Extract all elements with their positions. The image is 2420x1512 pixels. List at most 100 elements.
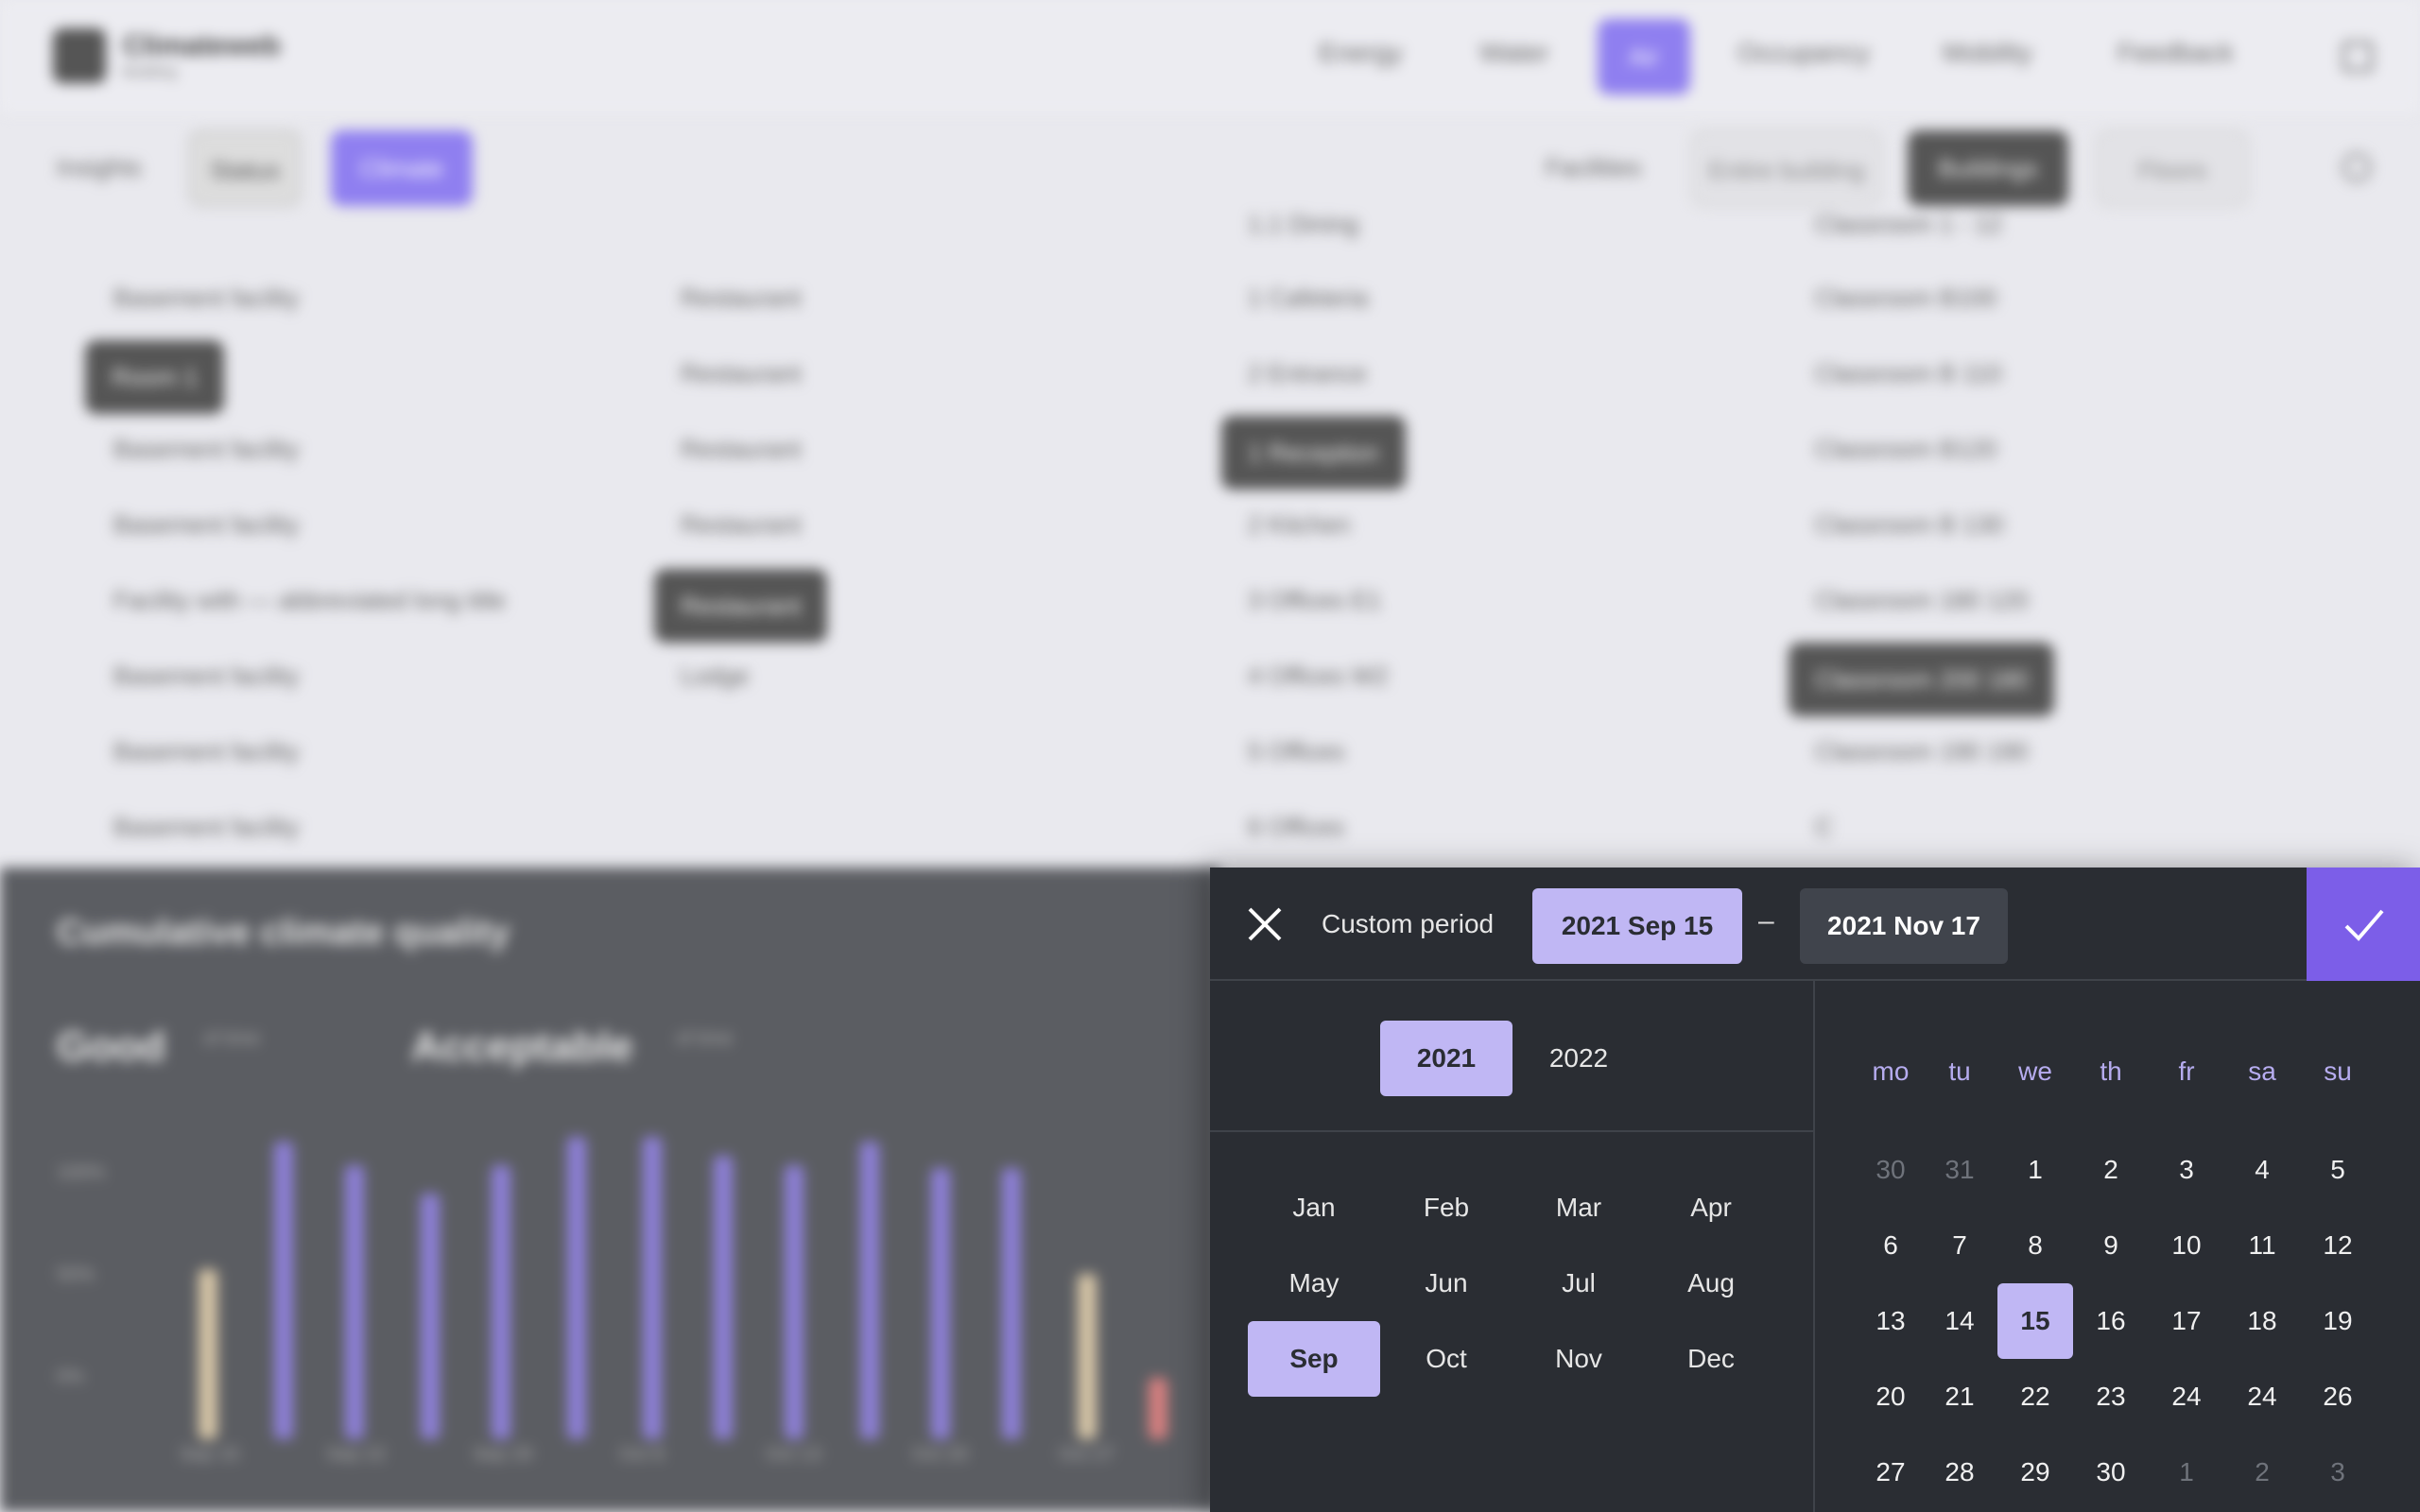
day-cell[interactable]: 12 [2300, 1208, 2376, 1283]
day-cell[interactable]: 11 [2224, 1208, 2300, 1283]
list-item[interactable]: 5 Offices [1248, 737, 1344, 766]
day-cell[interactable]: 28 [1922, 1435, 1997, 1510]
list-item-selected[interactable]: Classroom 200 180 [1789, 643, 2055, 716]
month-nov[interactable]: Nov [1512, 1321, 1645, 1397]
list-item[interactable]: Classroom 190 190 [1815, 737, 2028, 766]
day-cell[interactable]: 4 [2224, 1132, 2300, 1208]
list-item-selected[interactable]: Restaurant [654, 569, 828, 643]
list-item[interactable]: Classroom 1 - 12 [1815, 210, 2002, 239]
day-cell[interactable]: 21 [1922, 1359, 1997, 1435]
list-item[interactable]: 2 Kitchen [1248, 510, 1350, 540]
day-cell[interactable]: 20 [1853, 1359, 1928, 1435]
day-cell[interactable]: 7 [1922, 1208, 1997, 1283]
filter-chip-climate[interactable]: Climate [331, 130, 473, 206]
day-cell[interactable]: 29 [1997, 1435, 2073, 1510]
nav-mobility[interactable]: Mobility [1943, 38, 2032, 68]
month-may[interactable]: May [1248, 1246, 1380, 1321]
nav-air[interactable]: Air [1598, 19, 1690, 94]
facility-chip-floors[interactable]: Floors [2097, 130, 2248, 206]
month-jan[interactable]: Jan [1248, 1170, 1380, 1246]
year-option-2022[interactable]: 2022 [1512, 1021, 1645, 1096]
day-cell[interactable]: 18 [2224, 1283, 2300, 1359]
close-button[interactable] [1244, 903, 1286, 945]
day-cell[interactable]: 3 [2300, 1435, 2376, 1510]
nav-feedback[interactable]: Feedback [2118, 38, 2234, 68]
list-item[interactable]: Basement facility [113, 813, 300, 842]
day-cell[interactable]: 1 [2149, 1435, 2224, 1510]
list-item[interactable]: Restaurant [681, 284, 801, 313]
list-item[interactable]: 1 Cafeteria [1248, 284, 1368, 313]
day-cell[interactable]: 19 [2300, 1283, 2376, 1359]
list-item[interactable]: Facility with — abbreviated long title [113, 586, 506, 615]
month-mar[interactable]: Mar [1512, 1170, 1645, 1246]
list-item[interactable]: Classroom B 110 [1815, 359, 2002, 388]
month-jul[interactable]: Jul [1512, 1246, 1645, 1321]
list-item[interactable]: Basement facility [113, 737, 300, 766]
day-cell[interactable]: 31 [1922, 1132, 1997, 1208]
month-dec[interactable]: Dec [1645, 1321, 1777, 1397]
day-cell[interactable]: 30 [1853, 1132, 1928, 1208]
list-item[interactable]: Classroom B100 [1815, 284, 1996, 313]
list-item[interactable]: Lodge [681, 662, 749, 691]
facility-chip-entire[interactable]: Entire building [1692, 130, 1881, 206]
list-item[interactable]: 1.1 Dining [1248, 210, 1358, 239]
list-item[interactable]: Restaurant [681, 359, 801, 388]
day-cell[interactable]: 22 [1997, 1359, 2073, 1435]
month-sep[interactable]: Sep [1248, 1321, 1380, 1397]
day-cell[interactable]: 27 [1853, 1435, 1928, 1510]
list-item[interactable]: Restaurant [681, 435, 801, 464]
day-cell[interactable]: 2 [2224, 1435, 2300, 1510]
day-cell[interactable]: 30 [2073, 1435, 2149, 1510]
month-aug[interactable]: Aug [1645, 1246, 1777, 1321]
list-item[interactable]: Classroom B 130 [1815, 510, 2003, 540]
list-item[interactable]: 4 Offices W2 [1248, 662, 1388, 691]
list-item[interactable]: Basement facility [113, 510, 300, 540]
nav-water[interactable]: Water [1479, 38, 1549, 68]
list-item[interactable]: 3 Offices E1 [1248, 586, 1381, 615]
list-item[interactable]: C [1815, 813, 1833, 842]
panel-title: Cumulative climate quality [57, 913, 510, 953]
facility-chip-buildings[interactable]: Buildings [1908, 130, 2068, 206]
search-icon[interactable] [2342, 153, 2371, 181]
list-item[interactable]: Classroom 180 120 [1815, 586, 2028, 615]
day-cell[interactable]: 13 [1853, 1283, 1928, 1359]
confirm-button[interactable] [2307, 868, 2420, 981]
end-date-field[interactable]: 2021 Nov 17 [1800, 888, 2008, 964]
nav-energy[interactable]: Energy [1319, 38, 1403, 68]
filter-chip-status[interactable]: Status [189, 130, 301, 206]
day-cell[interactable]: 6 [1853, 1208, 1928, 1283]
nav-occupancy[interactable]: Occupancy [1737, 38, 1870, 68]
day-cell[interactable]: 3 [2149, 1132, 2224, 1208]
day-cell[interactable]: 24 [2149, 1359, 2224, 1435]
weekday-label: tu [1948, 1057, 1971, 1086]
day-cell[interactable]: 9 [2073, 1208, 2149, 1283]
list-item[interactable]: Basement facility [113, 662, 300, 691]
list-item-selected[interactable]: Room 1 [85, 340, 225, 414]
day-cell[interactable]: 16 [2073, 1283, 2149, 1359]
year-option-2021[interactable]: 2021 [1380, 1021, 1512, 1096]
day-cell[interactable]: 8 [1997, 1208, 2073, 1283]
list-item[interactable]: Basement facility [113, 284, 300, 313]
month-jun[interactable]: Jun [1380, 1246, 1512, 1321]
list-item[interactable]: 6 Offices [1248, 813, 1344, 842]
list-item[interactable]: Classroom B120 [1815, 435, 1996, 464]
day-cell[interactable]: 2 [2073, 1132, 2149, 1208]
month-oct[interactable]: Oct [1380, 1321, 1512, 1397]
day-cell[interactable]: 17 [2149, 1283, 2224, 1359]
month-feb[interactable]: Feb [1380, 1170, 1512, 1246]
list-item-selected[interactable]: 1 Reception [1221, 416, 1406, 490]
day-cell[interactable]: 1 [1997, 1132, 2073, 1208]
day-cell[interactable]: 24 [2224, 1359, 2300, 1435]
menu-icon[interactable] [2342, 42, 2373, 72]
day-cell[interactable]: 26 [2300, 1359, 2376, 1435]
day-cell[interactable]: 10 [2149, 1208, 2224, 1283]
day-cell[interactable]: 14 [1922, 1283, 1997, 1359]
list-item[interactable]: 2 Entrance [1248, 359, 1367, 388]
list-item[interactable]: Restaurant [681, 510, 801, 540]
day-cell[interactable]: 15 [1997, 1283, 2073, 1359]
month-apr[interactable]: Apr [1645, 1170, 1777, 1246]
day-cell[interactable]: 5 [2300, 1132, 2376, 1208]
list-item[interactable]: Basement facility [113, 435, 300, 464]
start-date-field[interactable]: 2021 Sep 15 [1532, 888, 1742, 964]
day-cell[interactable]: 23 [2073, 1359, 2149, 1435]
